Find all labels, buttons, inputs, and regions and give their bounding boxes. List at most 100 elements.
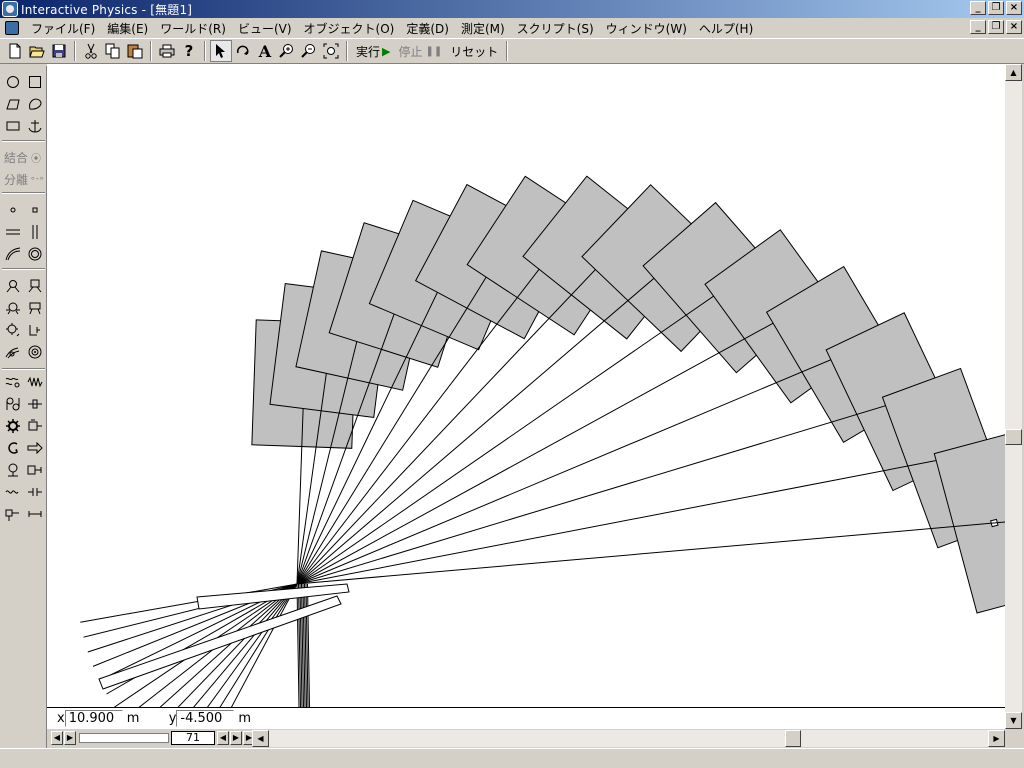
horizontal-scrollbar[interactable]: ◀ ▶	[252, 730, 1005, 747]
pin-joint-tool[interactable]	[2, 276, 24, 296]
rectangle-tool[interactable]	[2, 116, 24, 136]
anchor-tool[interactable]	[24, 116, 46, 136]
actuator-tool[interactable]	[24, 460, 46, 480]
frame-slider[interactable]	[79, 733, 169, 743]
app-icon[interactable]	[2, 1, 18, 17]
scene-drawing	[80, 175, 1005, 707]
y-coord-field[interactable]: -4.500	[176, 710, 235, 727]
zoom-out-button[interactable]	[298, 40, 320, 62]
menu-define[interactable]: 定義(D)	[400, 20, 455, 37]
gear-tool[interactable]	[2, 416, 24, 436]
slider-joint-tool[interactable]	[2, 504, 24, 524]
stop-button[interactable]: 停止 ❚❚	[394, 40, 446, 62]
doc-close-button[interactable]: ×	[1006, 20, 1022, 34]
torque-tool[interactable]	[2, 438, 24, 458]
polygon-tool[interactable]	[2, 94, 24, 114]
join-icon: ⦿	[31, 153, 42, 165]
scroll-down-arrow[interactable]: ▼	[1005, 712, 1022, 729]
rigid-joint-tool[interactable]	[24, 276, 46, 296]
help-button[interactable]: ?	[178, 40, 200, 62]
document-icon[interactable]	[5, 21, 19, 35]
save-button[interactable]	[48, 40, 70, 62]
zoom-fit-button[interactable]	[320, 40, 342, 62]
frame-forward-button[interactable]: ▶	[64, 731, 76, 745]
simulation-canvas[interactable]	[47, 64, 1005, 707]
menu-measure[interactable]: 測定(M)	[455, 20, 511, 37]
motor-joint-tool[interactable]	[2, 298, 24, 318]
vertical-slot-tool[interactable]	[24, 222, 46, 242]
paste-button[interactable]	[124, 40, 146, 62]
minimize-button[interactable]: _	[970, 1, 986, 15]
palette-row-shapes	[2, 72, 46, 92]
menu-script[interactable]: スクリプト(S)	[511, 20, 600, 37]
split-tool[interactable]: 分離 ∘-∘	[2, 170, 46, 188]
linear-actuator-tool[interactable]	[24, 416, 46, 436]
horizontal-slot-tool[interactable]	[2, 222, 24, 242]
pulley-tool[interactable]	[2, 394, 24, 414]
reset-button[interactable]: リセット	[446, 40, 502, 62]
doc-minimize-button[interactable]: _	[970, 20, 986, 34]
stop-label: 停止	[398, 44, 423, 59]
scroll-right-arrow[interactable]: ▶	[988, 730, 1005, 747]
spring-joint-tool[interactable]	[2, 342, 24, 362]
first-frame-button[interactable]: ◀	[217, 731, 229, 745]
force-tool[interactable]	[24, 438, 46, 458]
vertical-scroll-thumb[interactable]	[1005, 429, 1022, 445]
open-button[interactable]	[26, 40, 48, 62]
scroll-up-arrow[interactable]: ▲	[1005, 64, 1022, 81]
curved-shape-tool[interactable]	[24, 94, 46, 114]
play-icon: ▶	[382, 44, 391, 58]
menu-help[interactable]: ヘルプ(H)	[693, 20, 759, 37]
close-button[interactable]: ×	[1006, 1, 1022, 15]
coordinate-bar: x 10.900 m y -4.500 m	[47, 707, 1005, 729]
x-coord-field[interactable]: 10.900	[64, 710, 123, 727]
horizontal-scroll-thumb[interactable]	[785, 730, 801, 747]
rod-tool[interactable]	[24, 482, 46, 502]
rotary-spring-tool[interactable]	[24, 342, 46, 362]
palette-row-joints-4	[2, 342, 46, 362]
print-button[interactable]	[156, 40, 178, 62]
menu-object[interactable]: オブジェクト(O)	[298, 20, 401, 37]
palette-row-forces-3	[2, 482, 46, 502]
menu-file[interactable]: ファイル(F)	[25, 20, 101, 37]
motor-tool[interactable]	[2, 460, 24, 480]
rod-line	[296, 447, 1004, 585]
circular-slot-tool[interactable]	[24, 244, 46, 264]
square-point-icon	[32, 207, 38, 213]
doc-restore-button[interactable]: ❐	[988, 20, 1004, 34]
copy-button[interactable]	[102, 40, 124, 62]
square-tool[interactable]	[24, 72, 46, 92]
join-tool[interactable]: 結合 ⦿	[2, 148, 46, 166]
square-point-tool[interactable]	[24, 200, 46, 220]
cut-button[interactable]	[80, 40, 102, 62]
frame-counter[interactable]: 71	[171, 731, 215, 745]
restore-button[interactable]: ❐	[988, 1, 1004, 15]
circle-tool[interactable]	[2, 72, 24, 92]
rotate-tool-button[interactable]	[232, 40, 254, 62]
menu-window[interactable]: ウィンドウ(W)	[600, 20, 693, 37]
rope-tool[interactable]	[2, 372, 24, 392]
point-tool[interactable]	[2, 200, 24, 220]
toolbar: ? A 実行 ▶ 停止 ❚❚ リセット	[0, 38, 1024, 64]
menu-edit[interactable]: 編集(E)	[101, 20, 154, 37]
damper-tool[interactable]	[2, 482, 24, 502]
vertical-scrollbar[interactable]: ▲ ▼	[1005, 64, 1022, 729]
separator-tool[interactable]	[24, 394, 46, 414]
text-tool-button[interactable]: A	[254, 40, 276, 62]
menu-world[interactable]: ワールド(R)	[154, 20, 232, 37]
gear-joint-tool[interactable]	[2, 320, 24, 340]
select-tool-button[interactable]	[210, 40, 232, 62]
line-tool[interactable]	[24, 504, 46, 524]
damper-joint-tool[interactable]	[24, 320, 46, 340]
curved-slot-tool[interactable]	[2, 244, 24, 264]
menu-view[interactable]: ビュー(V)	[232, 20, 298, 37]
palette-separator	[2, 368, 45, 370]
actuator-joint-tool[interactable]	[24, 298, 46, 318]
new-file-button[interactable]	[4, 40, 26, 62]
zoom-in-button[interactable]	[276, 40, 298, 62]
scroll-left-arrow[interactable]: ◀	[252, 730, 269, 747]
run-button[interactable]: 実行 ▶	[352, 40, 394, 62]
spring-tool[interactable]	[24, 372, 46, 392]
last-frame-button[interactable]: ▶	[230, 731, 242, 745]
frame-back-button[interactable]: ◀	[51, 731, 63, 745]
